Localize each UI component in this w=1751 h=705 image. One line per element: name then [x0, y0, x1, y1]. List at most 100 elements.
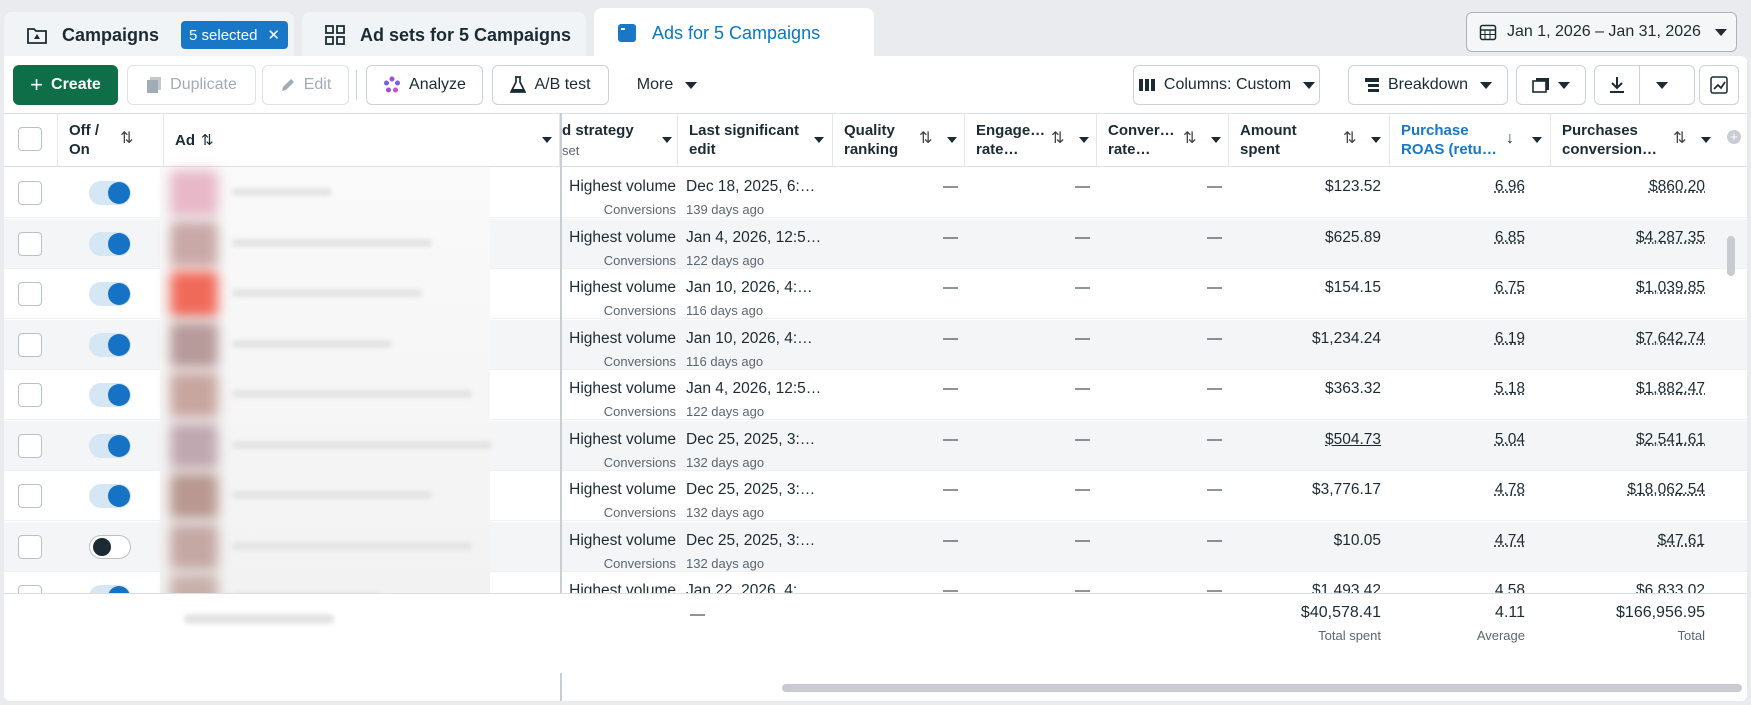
purchase-roas-value[interactable]: 6.19	[1390, 330, 1525, 348]
delivery-toggle[interactable]	[89, 433, 131, 458]
sort-icon[interactable]: ⇅	[1673, 129, 1686, 148]
col-conversion-rate[interactable]: Conver… rate… ⇅	[1097, 114, 1229, 166]
ad-thumbnail[interactable]	[170, 372, 218, 418]
purchases-value[interactable]: $18,062.54	[1551, 481, 1705, 499]
row-checkbox[interactable]	[18, 332, 42, 357]
sort-icon[interactable]: ⇅	[201, 131, 214, 150]
purchases-value[interactable]: $1,039.85	[1551, 279, 1705, 297]
ad-name-link[interactable]	[232, 289, 422, 297]
col-amount-spent[interactable]: Amount spent ⇅	[1229, 114, 1390, 166]
edit-button[interactable]: Edit	[262, 65, 349, 105]
ad-thumbnail[interactable]	[170, 170, 218, 216]
columns-button[interactable]: Columns: Custom	[1133, 65, 1320, 105]
purchase-roas-value[interactable]: 6.96	[1390, 178, 1525, 196]
sort-icon[interactable]: ⇅	[120, 129, 133, 148]
delivery-toggle[interactable]	[89, 332, 131, 357]
chevron-down-icon[interactable]	[814, 137, 824, 143]
reports-button[interactable]	[1516, 65, 1586, 105]
purchases-value[interactable]: $4,287.35	[1551, 229, 1705, 247]
delivery-toggle[interactable]	[89, 282, 131, 306]
col-purchase-roas[interactable]: Purchase ROAS (retu… ↓	[1390, 114, 1551, 166]
more-button[interactable]: More	[622, 65, 712, 105]
create-button[interactable]: + Create	[13, 65, 118, 105]
delivery-toggle[interactable]	[89, 231, 131, 256]
ad-thumbnail[interactable]	[170, 422, 218, 469]
purchases-value[interactable]: $7,642.74	[1551, 330, 1705, 348]
col-last-edit[interactable]: Last significant edit	[678, 114, 833, 166]
ad-thumbnail[interactable]	[170, 523, 218, 570]
chevron-down-icon[interactable]	[1211, 137, 1221, 143]
tab-adsets[interactable]: Ad sets for 5 Campaigns	[302, 12, 586, 58]
ad-name-link[interactable]	[232, 390, 472, 398]
date-range-picker[interactable]: Jan 1, 2026 – Jan 31, 2026	[1466, 12, 1737, 52]
ab-test-button[interactable]: A/B test	[492, 65, 609, 105]
row-checkbox[interactable]	[18, 383, 42, 407]
ad-name-link[interactable]	[232, 188, 332, 196]
summary-ad-cell	[164, 594, 560, 674]
vertical-scrollbar[interactable]	[1727, 236, 1735, 276]
col-quality-ranking[interactable]: Quality ranking ⇅	[833, 114, 965, 166]
purchase-roas-value[interactable]: 6.75	[1390, 279, 1525, 297]
ad-thumbnail[interactable]	[170, 271, 218, 317]
chevron-down-icon[interactable]	[947, 137, 957, 143]
tab-campaigns[interactable]: Campaigns 5 selected ✕	[4, 12, 294, 58]
purchase-roas-value[interactable]: 4.78	[1390, 481, 1525, 499]
tab-ads[interactable]: Ads for 5 Campaigns	[594, 8, 874, 58]
sort-desc-icon[interactable]: ↓	[1506, 129, 1514, 148]
ad-name-link[interactable]	[232, 491, 432, 499]
row-checkbox[interactable]	[18, 282, 42, 306]
analyze-button[interactable]: Analyze	[366, 65, 483, 105]
chevron-down-icon[interactable]	[1701, 137, 1711, 143]
col-ad[interactable]: Ad ⇅	[164, 114, 560, 166]
row-checkbox[interactable]	[18, 181, 42, 205]
breakdown-button[interactable]: Breakdown	[1348, 65, 1508, 105]
delivery-toggle[interactable]	[89, 534, 131, 559]
col-engagement-rate[interactable]: Engage… rate… ⇅	[965, 114, 1097, 166]
purchase-roas-value[interactable]: 5.18	[1390, 380, 1525, 398]
delivery-toggle[interactable]	[89, 181, 131, 205]
ad-name-link[interactable]	[232, 339, 392, 348]
chevron-down-icon[interactable]	[662, 137, 672, 143]
selected-badge[interactable]: 5 selected ✕	[181, 21, 288, 49]
purchases-value[interactable]: $1,882.47	[1551, 380, 1705, 398]
horizontal-scrollbar[interactable]	[782, 684, 1742, 692]
purchase-roas-value[interactable]: 4.74	[1390, 532, 1525, 550]
ad-thumbnail[interactable]	[170, 473, 218, 519]
sort-icon[interactable]: ⇅	[919, 129, 932, 148]
ad-name-link[interactable]	[232, 238, 432, 247]
chevron-down-icon[interactable]	[1371, 137, 1381, 143]
purchases-value[interactable]: $860.20	[1551, 178, 1705, 196]
sort-icon[interactable]: ⇅	[1051, 129, 1064, 148]
col-off-on[interactable]: Off / On ⇅	[58, 114, 164, 166]
purchases-value[interactable]: $47.61	[1551, 532, 1705, 550]
col-purchases-value[interactable]: Purchases conversion… ⇅ +	[1551, 114, 1747, 166]
select-all-checkbox[interactable]	[18, 127, 42, 151]
bid-strategy-value: Highest volume	[569, 481, 676, 498]
delivery-toggle[interactable]	[89, 383, 131, 407]
duplicate-button[interactable]: Duplicate	[127, 65, 256, 105]
close-icon[interactable]: ✕	[267, 26, 280, 44]
sort-icon[interactable]: ⇅	[1343, 129, 1356, 148]
chevron-down-icon[interactable]	[542, 137, 552, 143]
delivery-toggle[interactable]	[89, 484, 131, 508]
sort-icon[interactable]: ⇅	[1183, 129, 1196, 148]
amount-spent-value[interactable]: $504.73	[1229, 431, 1381, 449]
ad-name-link[interactable]	[232, 440, 492, 449]
chevron-down-icon[interactable]	[1532, 137, 1542, 143]
row-checkbox[interactable]	[18, 231, 42, 256]
add-column-icon[interactable]: +	[1727, 130, 1741, 144]
export-button[interactable]	[1594, 65, 1695, 105]
ad-thumbnail[interactable]	[170, 321, 218, 368]
row-checkbox[interactable]	[18, 433, 42, 458]
purchase-roas-value[interactable]: 5.04	[1390, 431, 1525, 449]
ad-thumbnail[interactable]	[170, 220, 218, 267]
split-divider	[1639, 66, 1640, 104]
purchase-roas-value[interactable]: 6.85	[1390, 229, 1525, 247]
ad-name-link[interactable]	[232, 541, 472, 550]
col-bid-strategy[interactable]: d strategy set	[562, 114, 678, 166]
purchases-value[interactable]: $2,541.61	[1551, 431, 1705, 449]
chevron-down-icon[interactable]	[1079, 137, 1089, 143]
chart-toggle-button[interactable]	[1699, 65, 1739, 105]
row-checkbox[interactable]	[18, 534, 42, 559]
row-checkbox[interactable]	[18, 484, 42, 508]
